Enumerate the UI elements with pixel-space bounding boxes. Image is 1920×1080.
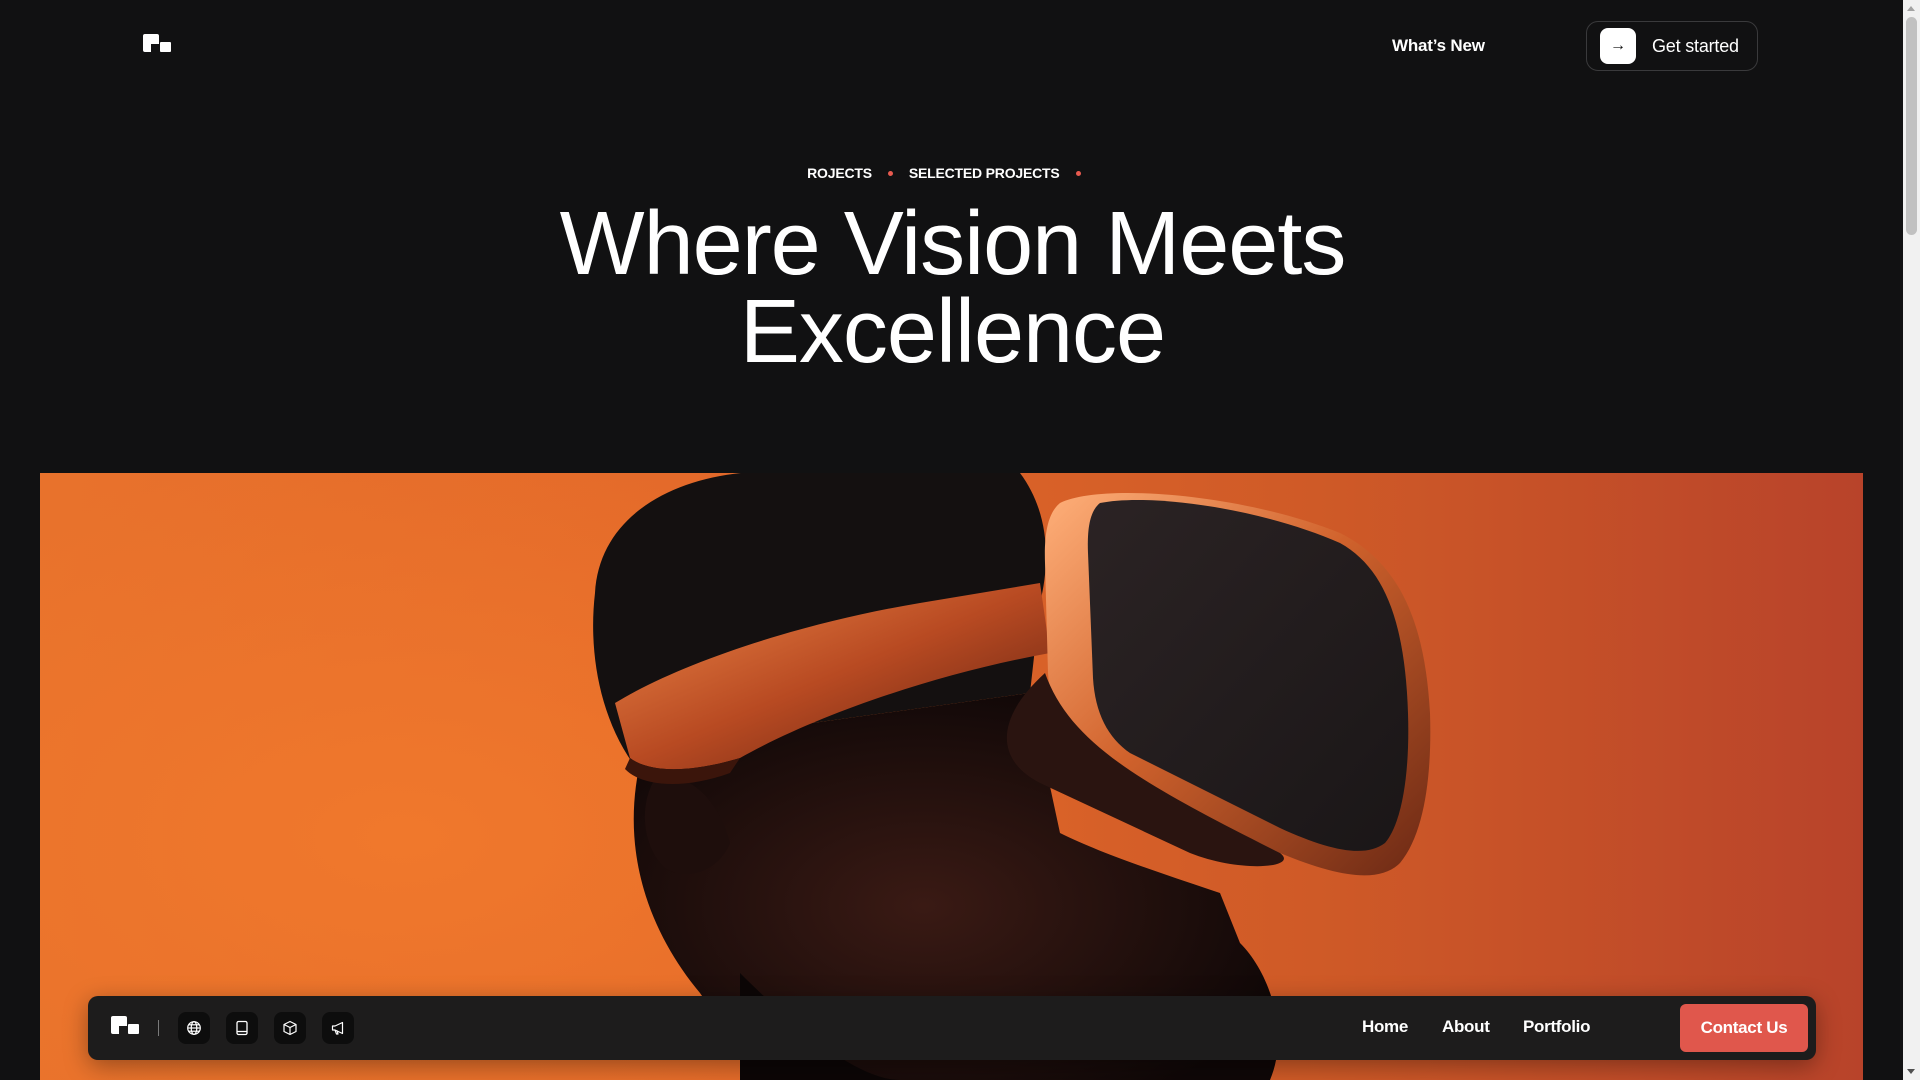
scroll-down-arrow-icon[interactable] (1907, 1069, 1915, 1074)
brand-logo-icon[interactable] (143, 34, 173, 54)
scroll-up-arrow-icon[interactable] (1907, 6, 1915, 11)
arrow-right-icon: → (1600, 28, 1636, 64)
hero-image (40, 473, 1863, 1080)
ticker-dot (1075, 170, 1081, 176)
logo-block-large (143, 34, 159, 52)
nav-link-portfolio[interactable]: Portfolio (1523, 1017, 1590, 1037)
logo-block-large (111, 1016, 127, 1034)
nav-divider (158, 1020, 159, 1036)
ticker-dot (887, 170, 893, 176)
nav-link-about[interactable]: About (1442, 1017, 1490, 1037)
whats-new-link[interactable]: What’s New (1392, 36, 1485, 56)
hero-title: Where Vision Meets Excellence (0, 199, 1905, 377)
tablet-icon[interactable] (226, 1012, 258, 1044)
scroll-thumb[interactable] (1906, 17, 1917, 235)
vr-headset-portrait (593, 473, 1431, 1080)
cube-icon[interactable] (274, 1012, 306, 1044)
nav-link-home[interactable]: Home (1362, 1017, 1408, 1037)
ticker-track: PROJECTS SELECTED PROJECTS S (808, 165, 1096, 181)
ticker-item: PROJECTS (808, 165, 872, 181)
bottom-nav-bar: Home About Portfolio Contact Us (88, 996, 1816, 1060)
get-started-label: Get started (1652, 35, 1739, 56)
hero-title-line-1: Where Vision Meets (559, 194, 1347, 294)
ticker-item: SELECTED PROJECTS (908, 165, 1060, 181)
projects-ticker: PROJECTS SELECTED PROJECTS S (808, 164, 1096, 184)
hero-title-line-2: Excellence (739, 282, 1166, 382)
brand-logo-icon[interactable] (111, 1016, 141, 1036)
logo-block-small (160, 42, 171, 52)
logo-block-small (128, 1024, 139, 1034)
megaphone-icon[interactable] (322, 1012, 354, 1044)
globe-icon[interactable] (178, 1012, 210, 1044)
page-scrollbar[interactable] (1903, 0, 1920, 1080)
get-started-button[interactable]: → Get started (1586, 21, 1758, 71)
contact-us-button[interactable]: Contact Us (1680, 1004, 1808, 1052)
